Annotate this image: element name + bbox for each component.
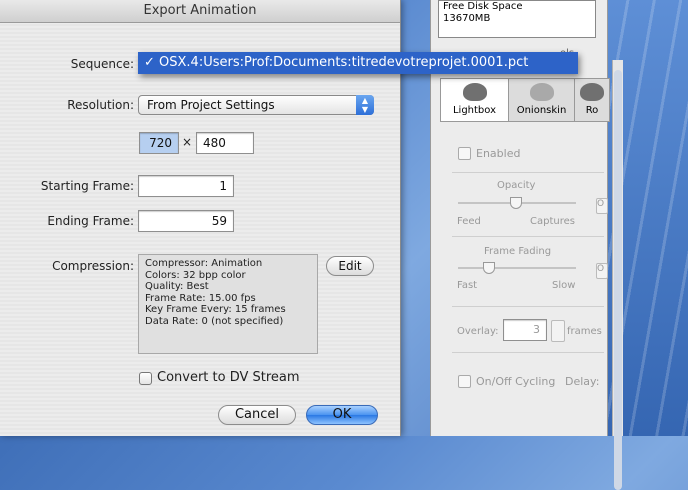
tab-onionskin-label: Onionskin [516,105,567,116]
scrollbar-thumb[interactable] [614,70,622,490]
cycling-checkbox[interactable] [458,375,471,388]
cancel-button[interactable]: Cancel [218,405,296,425]
compression-line: Frame Rate: 15.00 fps [145,292,256,304]
popup-arrows-icon: ▲ ▼ [356,95,374,115]
dialog-title: Export Animation [0,0,400,23]
tab-lightbox-label: Lightbox [452,105,497,116]
starting-frame-field[interactable]: 1 [138,175,234,197]
compression-line: Data Rate: 0 (not specified) [145,315,284,327]
compression-line: Quality: Best [145,281,209,292]
resolution-popup[interactable]: From Project Settings ▲ ▼ [138,95,374,115]
resolution-value: From Project Settings [147,98,275,112]
opacity-label: Opacity [497,180,536,191]
delay-label: Delay: [565,375,600,388]
onionskin-icon [529,83,554,101]
frames-label: frames [567,326,602,337]
divider [452,306,604,307]
disk-space-box: Free Disk Space 13670MB [438,0,596,38]
overlay-stepper[interactable] [551,320,565,342]
divider [452,236,604,237]
enabled-label: Enabled [476,147,521,160]
starting-frame-label: Starting Frame: [40,179,134,193]
sequence-menu-item[interactable]: ✓ OSX.4:Users:Prof:Documents:titredevotr… [144,55,528,70]
opacity-slider-knob[interactable] [510,197,522,209]
overlay-label: Overlay: [457,326,499,337]
captures-label: Captures [530,216,575,227]
fading-mini-button[interactable]: O [596,263,608,279]
panel-scrollbar[interactable] [612,60,623,490]
tab-lightbox[interactable]: Lightbox [441,79,509,121]
rotoscope-icon [580,83,604,101]
sequence-label: Sequence: [70,57,134,71]
width-field[interactable]: 720 [139,132,179,154]
height-field[interactable]: 480 [196,132,254,154]
fast-label: Fast [457,280,478,291]
ok-button[interactable]: OK [306,405,378,425]
disk-space-label: Free Disk Space [443,1,523,12]
overlay-field[interactable]: 3 [503,319,547,341]
tab-rotoscope-label: Ro [585,105,599,116]
ending-frame-label: Ending Frame: [47,214,134,228]
lightbox-icon [462,83,487,101]
times-sign: × [181,135,193,149]
sequence-popup-menu[interactable]: ✓ OSX.4:Users:Prof:Documents:titredevotr… [138,52,578,74]
compression-info: Compressor: Animation Colors: 32 bpp col… [138,254,318,354]
compression-label: Compression: [52,259,134,273]
enabled-checkbox[interactable] [458,147,471,160]
tab-rotoscope[interactable]: Ro [575,79,609,121]
disk-space-value: 13670MB [443,13,491,24]
opacity-mini-button[interactable]: O [596,198,608,214]
divider [452,172,604,173]
frame-fading-label: Frame Fading [484,246,552,257]
convert-dv-label: Convert to DV Stream [157,370,300,385]
tab-onionskin[interactable]: Onionskin [509,79,575,121]
slow-label: Slow [552,280,576,291]
compression-line: Colors: 32 bpp color [145,269,246,281]
convert-dv-checkbox[interactable] [139,372,152,385]
cycling-label: On/Off Cycling [476,375,556,388]
tool-tabs: Lightbox Onionskin Ro [440,78,610,122]
ending-frame-field[interactable]: 59 [138,210,234,232]
resolution-label: Resolution: [67,98,134,112]
compression-line: Compressor: Animation [145,258,263,269]
compression-line: Key Frame Every: 15 frames [145,304,286,315]
feed-label: Feed [457,216,481,227]
edit-button[interactable]: Edit [326,256,374,276]
fading-slider-knob[interactable] [483,262,495,274]
divider [452,352,604,353]
fading-slider-track [458,267,576,269]
